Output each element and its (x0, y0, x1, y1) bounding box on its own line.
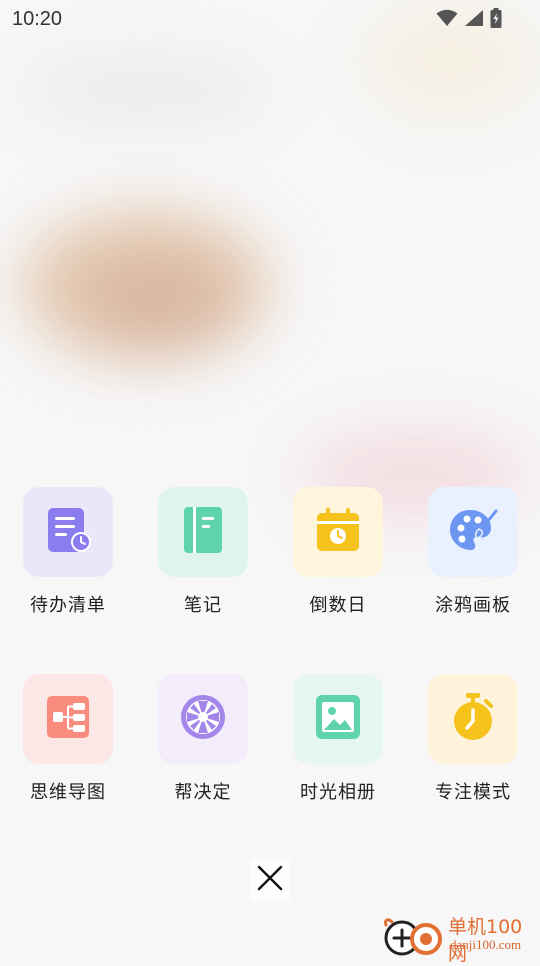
close-button[interactable] (250, 860, 290, 900)
app-photo-album[interactable]: 时光相册 (278, 674, 398, 804)
app-tile[interactable] (293, 674, 383, 764)
notebook-icon (182, 505, 224, 560)
app-todo-list[interactable]: 待办清单 (8, 487, 128, 617)
watermark-url: danji100.com (450, 937, 522, 952)
app-label: 涂鸦画板 (435, 595, 511, 615)
app-focus-mode[interactable]: 专注模式 (413, 674, 533, 804)
app-help-decide[interactable]: 帮决定 (143, 674, 263, 804)
decision-wheel-icon (179, 693, 227, 746)
app-label: 时光相册 (300, 782, 376, 802)
app-doodle-board[interactable]: 涂鸦画板 (413, 487, 533, 617)
todo-list-icon (44, 506, 92, 559)
app-label: 专注模式 (435, 782, 511, 802)
close-icon (257, 865, 283, 896)
app-mind-map[interactable]: 思维导图 (8, 674, 128, 804)
app-tile[interactable] (428, 487, 518, 577)
blurred-background (0, 0, 540, 960)
danji100-logo-icon (382, 916, 446, 956)
paint-palette-icon (448, 507, 498, 558)
cellular-signal-icon (464, 9, 484, 27)
app-tile[interactable] (23, 487, 113, 577)
status-time: 10:20 (12, 8, 63, 30)
app-tile[interactable] (293, 487, 383, 577)
app-tile[interactable] (158, 487, 248, 577)
app-countdown[interactable]: 倒数日 (278, 487, 398, 617)
app-label: 帮决定 (174, 782, 232, 802)
app-notes[interactable]: 笔记 (143, 487, 263, 617)
watermark: 单机100网 danji100.com (382, 912, 536, 965)
app-label: 思维导图 (30, 782, 106, 802)
app-tile[interactable] (158, 674, 248, 764)
wifi-icon (436, 9, 458, 27)
battery-charging-icon (490, 8, 502, 28)
photo-album-icon (315, 694, 361, 745)
app-label: 待办清单 (30, 595, 106, 615)
calendar-clock-icon (314, 507, 362, 558)
app-label: 笔记 (184, 595, 222, 615)
app-tile[interactable] (428, 674, 518, 764)
mind-map-icon (46, 695, 90, 744)
app-label: 倒数日 (309, 595, 367, 615)
status-bar: 10:20 (0, 0, 540, 36)
stopwatch-icon (450, 692, 496, 747)
app-tile[interactable] (23, 674, 113, 764)
